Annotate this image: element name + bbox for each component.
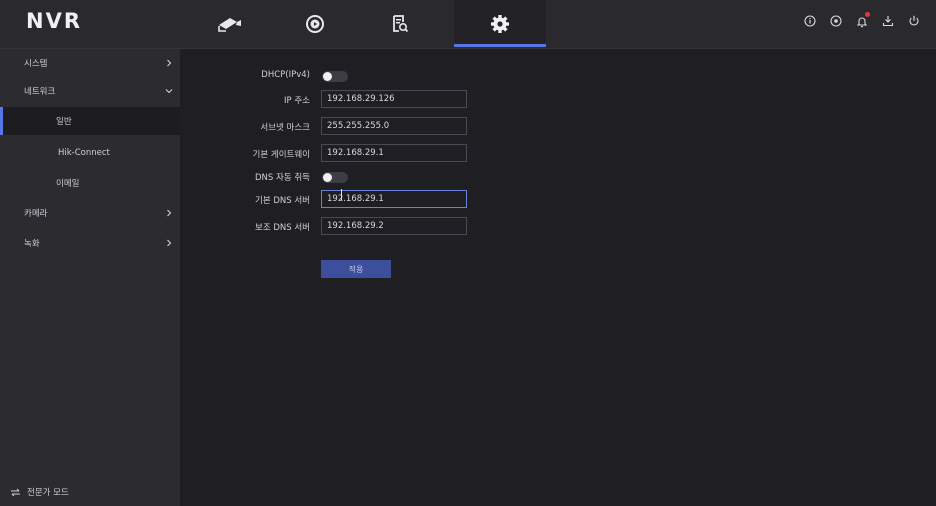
sidebar-item-hik-connect[interactable]: Hik-Connect (0, 139, 180, 167)
sidebar-item-network[interactable]: 네트워크 (0, 77, 180, 105)
top-bar: NVR (0, 0, 936, 49)
alarm-badge (865, 12, 870, 17)
subnet-mask-input[interactable] (321, 117, 467, 135)
sidebar-item-label: 이메일 (56, 179, 80, 189)
ip-address-input[interactable] (321, 90, 467, 108)
gear-icon (491, 14, 509, 33)
top-right-icons (802, 12, 922, 29)
network-general-panel: DHCP(IPv4) IP 주소 서브넷 마스크 기본 게이트웨이 DNS 자동… (180, 49, 936, 506)
sidebar-item-system[interactable]: 시스템 (0, 49, 180, 77)
primary-dns-input[interactable] (321, 190, 467, 208)
tab-configuration[interactable] (454, 0, 546, 47)
gateway-input[interactable] (321, 144, 467, 162)
sidebar-item-label: 카메라 (24, 209, 48, 219)
dhcp-row: DHCP(IPv4) (180, 66, 936, 86)
chevron-right-icon (167, 239, 172, 247)
file-search-icon (393, 14, 409, 32)
dns-auto-label: DNS 자동 취득 (255, 173, 310, 183)
gateway-row: 기본 게이트웨이 (180, 144, 936, 164)
chevron-down-icon (165, 89, 173, 94)
dns2-row: 보조 DNS 서버 (180, 217, 936, 237)
expert-mode-button[interactable]: 전문가 모드 (10, 486, 69, 498)
dhcp-toggle[interactable] (322, 71, 348, 82)
playback-icon (306, 14, 324, 33)
dns-auto-row: DNS 자동 취득 (180, 167, 936, 187)
tab-playback[interactable] (269, 0, 361, 47)
sidebar-item-label: 네트워크 (24, 87, 56, 97)
sidebar-item-label: Hik-Connect (58, 148, 110, 158)
switch-arrows-icon (11, 488, 20, 496)
chevron-right-icon (167, 59, 172, 67)
expert-mode-label: 전문가 모드 (27, 488, 69, 498)
tab-search[interactable] (354, 0, 446, 47)
secondary-dns-input[interactable] (321, 217, 467, 235)
logo: NVR (26, 9, 82, 33)
subnet-row: 서브넷 마스크 (180, 117, 936, 137)
info-icon[interactable] (802, 13, 818, 29)
power-icon[interactable] (906, 13, 922, 29)
dhcp-label: DHCP(IPv4) (261, 70, 310, 80)
ip-row: IP 주소 (180, 90, 936, 110)
record-icon[interactable] (828, 13, 844, 29)
toggle-knob (323, 173, 332, 182)
camera-icon (218, 17, 241, 32)
toggle-knob (323, 72, 332, 81)
dns-auto-toggle[interactable] (322, 172, 348, 183)
dns1-label: 기본 DNS 서버 (255, 196, 310, 206)
sidebar-item-email[interactable]: 이메일 (0, 169, 180, 197)
sidebar-item-camera[interactable]: 카메라 (0, 199, 180, 227)
ip-label: IP 주소 (284, 96, 310, 106)
apply-button[interactable]: 적용 (321, 260, 391, 278)
mouse-cursor (341, 189, 342, 200)
sidebar: 시스템 네트워크 일반 Hik-Connect 이메일 카메라 녹화 전문가 모… (0, 49, 180, 506)
tab-live-view[interactable] (184, 0, 276, 47)
sidebar-item-label: 녹화 (24, 239, 40, 249)
gateway-label: 기본 게이트웨이 (252, 150, 310, 160)
sidebar-item-label: 시스템 (24, 59, 48, 69)
dns1-row: 기본 DNS 서버 (180, 190, 936, 210)
sidebar-item-general[interactable]: 일반 (0, 107, 180, 135)
alarm-bell-icon[interactable] (854, 12, 870, 29)
subnet-label: 서브넷 마스크 (260, 123, 310, 133)
download-icon[interactable] (880, 13, 896, 29)
chevron-right-icon (167, 209, 172, 217)
sidebar-item-label: 일반 (56, 117, 72, 127)
sidebar-item-record[interactable]: 녹화 (0, 229, 180, 257)
dns2-label: 보조 DNS 서버 (255, 223, 310, 233)
